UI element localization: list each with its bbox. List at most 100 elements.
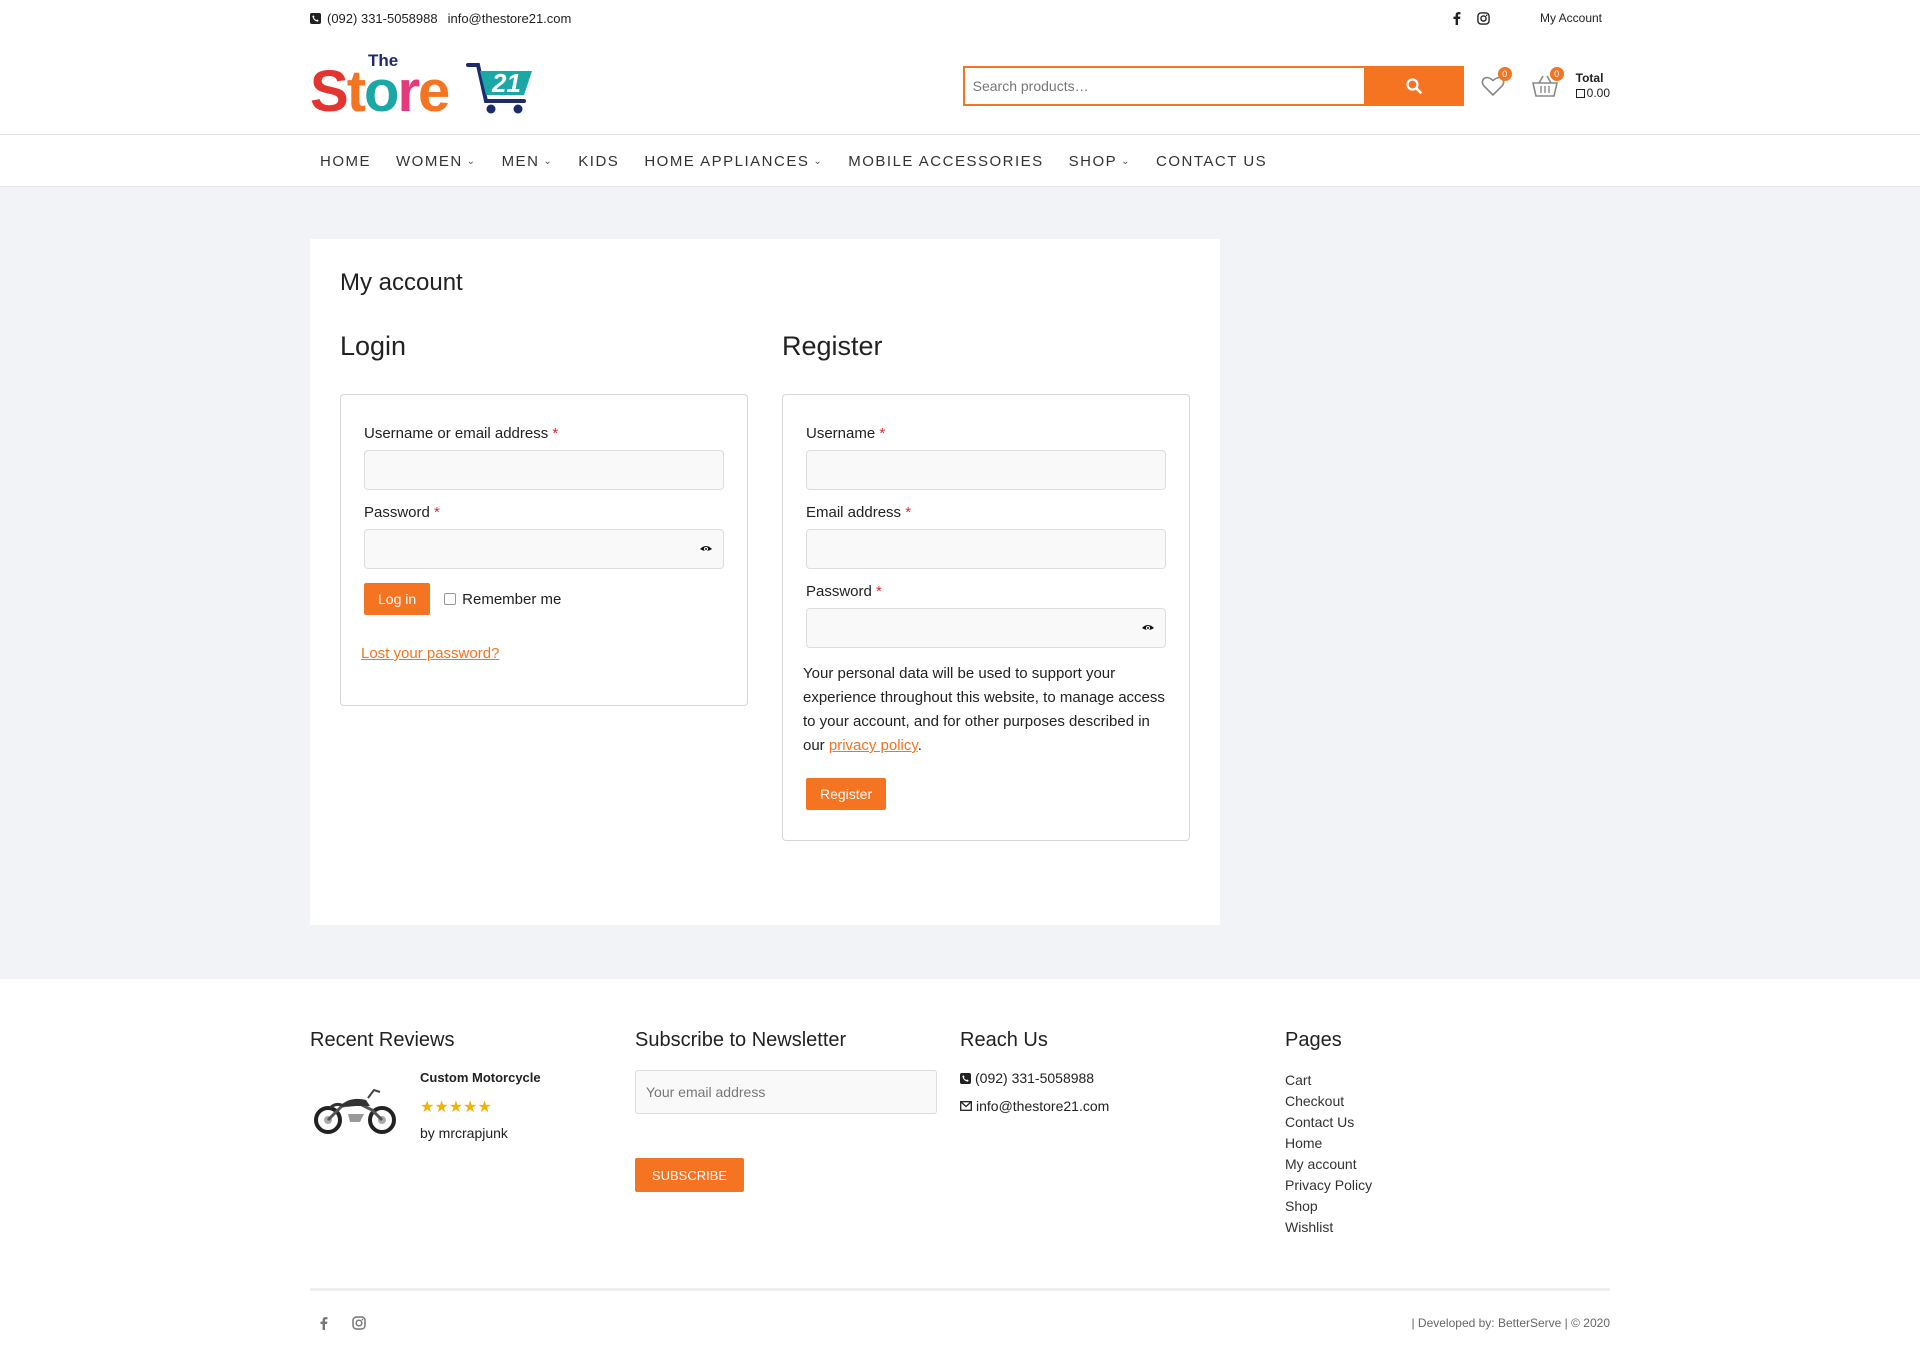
footer-bottom: | Developed by: BetterServe | © 2020 bbox=[310, 1288, 1610, 1354]
pages-heading: Pages bbox=[1285, 1029, 1342, 1051]
motorcycle-thumbnail[interactable] bbox=[310, 1070, 400, 1150]
nav-item-kids[interactable]: KIDS bbox=[578, 153, 619, 170]
nav-label: HOME APPLIANCES bbox=[644, 152, 810, 170]
subscribe-button[interactable]: SUBSCRIBE bbox=[635, 1158, 744, 1192]
search-icon bbox=[1406, 77, 1422, 94]
nav-label: MOBILE ACCESSORIES bbox=[848, 152, 1044, 170]
account-card: My account Login Username or email addre… bbox=[310, 239, 1220, 925]
top-phone-text: (092) 331-5058988 bbox=[327, 10, 438, 26]
chevron-down-icon: ⌄ bbox=[1121, 155, 1132, 167]
cart-count-badge: 0 bbox=[1549, 66, 1564, 81]
nav-item-women[interactable]: WOMEN ⌄ bbox=[396, 153, 477, 170]
label-text: Password bbox=[806, 583, 872, 600]
page-link-my-account[interactable]: My account bbox=[1285, 1154, 1610, 1175]
review-item[interactable]: Custom Motorcycle ★★★★★ by mrcrapjunk bbox=[310, 1070, 635, 1150]
chevron-down-icon: ⌄ bbox=[466, 155, 477, 167]
register-username-label: Username * bbox=[806, 425, 1166, 442]
review-author: by mrcrapjunk bbox=[420, 1125, 508, 1141]
page-link-cart[interactable]: Cart bbox=[1285, 1070, 1610, 1091]
register-email-label: Email address * bbox=[806, 504, 1166, 521]
login-section: Login Username or email address * Passwo… bbox=[340, 331, 748, 841]
show-password-icon[interactable] bbox=[699, 542, 713, 556]
page-link-checkout[interactable]: Checkout bbox=[1285, 1091, 1610, 1112]
main-content: My account Login Username or email addre… bbox=[0, 187, 1920, 979]
required-mark: * bbox=[876, 583, 882, 600]
site-logo[interactable]: The Store 21 bbox=[310, 51, 540, 121]
envelope-icon bbox=[960, 1101, 972, 1111]
top-contact: (092) 331-5058988 info@thestore21.com bbox=[310, 11, 571, 26]
nav-label: SHOP bbox=[1068, 152, 1118, 170]
register-email-field[interactable] bbox=[806, 529, 1166, 569]
nav-item-shop[interactable]: SHOP ⌄ bbox=[1069, 153, 1131, 170]
privacy-notice: Your personal data will be used to suppo… bbox=[803, 662, 1166, 758]
my-account-link[interactable]: My Account bbox=[1540, 11, 1602, 25]
cart-button[interactable]: 0 bbox=[1530, 66, 1564, 101]
show-password-icon[interactable] bbox=[1141, 621, 1155, 635]
nav-item-home[interactable]: HOME bbox=[320, 153, 371, 170]
search-input[interactable]: Search products… bbox=[962, 65, 1364, 106]
review-product-title[interactable]: Custom Motorcycle bbox=[420, 1070, 541, 1085]
facebook-icon[interactable] bbox=[320, 1316, 328, 1330]
nav-label: KIDS bbox=[578, 152, 620, 170]
page-link-shop[interactable]: Shop bbox=[1285, 1196, 1610, 1217]
remember-me-label: Remember me bbox=[462, 590, 562, 608]
required-mark: * bbox=[905, 504, 912, 521]
label-text: Email address bbox=[806, 504, 902, 521]
phone-square-icon bbox=[960, 1072, 971, 1084]
register-password-field[interactable] bbox=[806, 608, 1166, 648]
lost-password-link[interactable]: Lost your password? bbox=[361, 645, 499, 662]
currency-icon bbox=[1575, 88, 1585, 98]
register-password-label: Password * bbox=[806, 583, 1166, 600]
checkbox-box[interactable] bbox=[444, 593, 457, 605]
rating-stars: ★★★★★ bbox=[420, 1099, 492, 1116]
reach-phone-text: (092) 331-5058988 bbox=[975, 1070, 1095, 1086]
footer: Recent Reviews Custom Motorcycle ★★★★★ b… bbox=[0, 979, 1920, 1354]
nav-item-men[interactable]: MEN ⌄ bbox=[502, 153, 554, 170]
instagram-icon[interactable] bbox=[352, 1315, 366, 1330]
footer-newsletter: Subscribe to Newsletter Your email addre… bbox=[635, 1029, 960, 1238]
label-text: Username bbox=[806, 425, 876, 442]
reach-email-text[interactable]: info@thestore21.com bbox=[976, 1098, 1109, 1114]
label-text: Password bbox=[364, 504, 430, 521]
login-heading: Login bbox=[340, 331, 407, 361]
nav-item-mobile-accessories[interactable]: MOBILE ACCESSORIES bbox=[848, 153, 1043, 170]
top-email[interactable]: info@thestore21.com bbox=[448, 11, 572, 26]
register-username-field[interactable] bbox=[806, 450, 1166, 490]
logo-word: Store bbox=[310, 58, 450, 124]
facebook-icon[interactable] bbox=[1453, 11, 1461, 25]
instagram-icon[interactable] bbox=[1477, 11, 1490, 25]
product-search: Search products… bbox=[962, 65, 1464, 106]
reach-heading: Reach Us bbox=[960, 1029, 1048, 1051]
wishlist-count-badge: 0 bbox=[1497, 66, 1512, 81]
privacy-policy-link[interactable]: privacy policy bbox=[829, 737, 918, 754]
cart-total[interactable]: Total 0.00 bbox=[1575, 70, 1610, 101]
top-phone: (092) 331-5058988 bbox=[310, 11, 438, 26]
login-button[interactable]: Log in bbox=[364, 583, 431, 615]
wishlist-button[interactable]: 0 bbox=[1478, 66, 1512, 101]
login-password-label: Password * bbox=[364, 504, 724, 521]
register-heading: Register bbox=[782, 331, 883, 361]
logo-number: 21 bbox=[491, 68, 521, 98]
page-link-wishlist[interactable]: Wishlist bbox=[1285, 1217, 1610, 1238]
nav-item-home-appliances[interactable]: HOME APPLIANCES ⌄ bbox=[644, 153, 823, 170]
required-mark: * bbox=[434, 504, 440, 521]
total-amount: 0.00 bbox=[1575, 85, 1610, 101]
remember-me-checkbox[interactable]: Remember me bbox=[444, 591, 561, 608]
search-button[interactable] bbox=[1363, 65, 1464, 106]
total-amount-value: 0.00 bbox=[1586, 85, 1610, 100]
newsletter-email-input[interactable]: Your email address bbox=[635, 1070, 937, 1114]
register-button[interactable]: Register bbox=[806, 778, 887, 810]
page-link-home[interactable]: Home bbox=[1285, 1133, 1610, 1154]
page-link-privacy-policy[interactable]: Privacy Policy bbox=[1285, 1175, 1610, 1196]
page-link-contact-us[interactable]: Contact Us bbox=[1285, 1112, 1610, 1133]
chevron-down-icon: ⌄ bbox=[813, 155, 824, 167]
chevron-down-icon: ⌄ bbox=[543, 155, 554, 167]
required-mark: * bbox=[552, 425, 559, 442]
login-username-field[interactable] bbox=[364, 450, 724, 490]
footer-reviews: Recent Reviews Custom Motorcycle ★★★★★ b… bbox=[310, 1029, 635, 1238]
phone-square-icon bbox=[310, 12, 321, 24]
reach-email: info@thestore21.com bbox=[960, 1098, 1285, 1114]
total-label: Total bbox=[1575, 70, 1604, 85]
nav-item-contact-us[interactable]: CONTACT US bbox=[1156, 153, 1267, 170]
login-password-field[interactable] bbox=[364, 529, 724, 569]
